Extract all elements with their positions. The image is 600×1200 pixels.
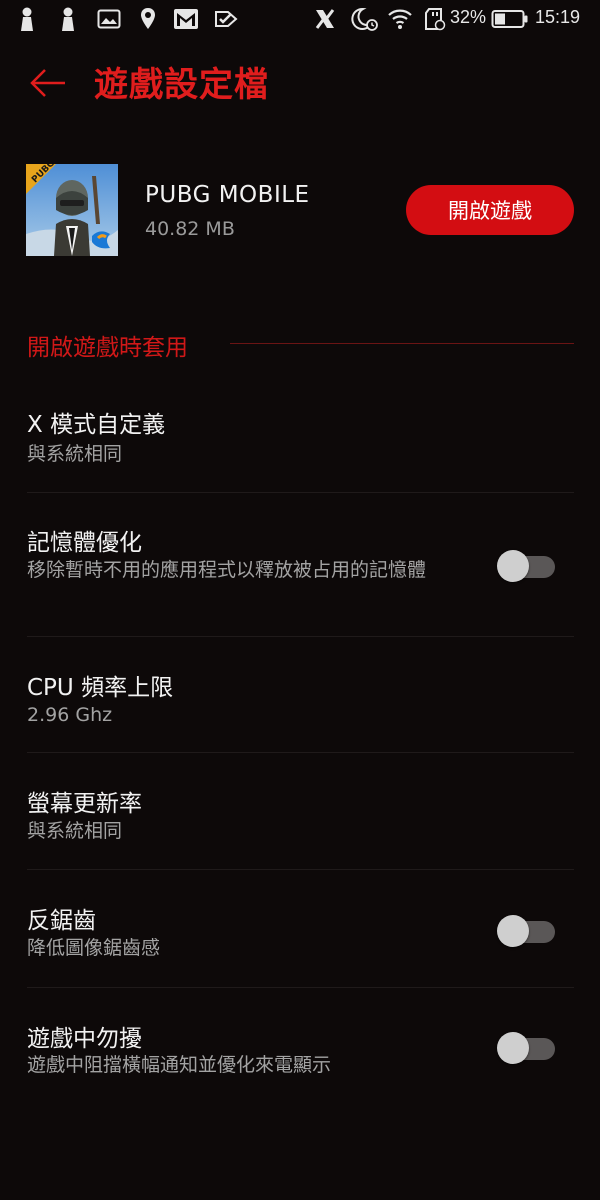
sd-card-icon bbox=[422, 6, 448, 32]
setting-subtitle: 與系統相同 bbox=[27, 443, 123, 465]
setting-subtitle: 遊戲中阻擋橫幅通知並優化來電顯示 bbox=[27, 1054, 332, 1076]
app-card: PUBG PUBG MOBILE 40.82 MB 開啟遊戲 bbox=[0, 160, 600, 260]
app-name: PUBG MOBILE bbox=[145, 182, 310, 208]
setting-title: 遊戲中勿擾 bbox=[27, 1026, 142, 1052]
app-bar: 遊戲設定檔 bbox=[0, 55, 600, 115]
setting-title: 反鋸齒 bbox=[27, 908, 96, 934]
toggle-thumb bbox=[497, 550, 529, 582]
setting-memory-optimization[interactable]: 記憶體優化 移除暫時不用的應用程式以釋放被占用的記憶體 bbox=[0, 493, 600, 637]
person-pin-icon bbox=[16, 6, 38, 32]
setting-subtitle: 與系統相同 bbox=[27, 820, 123, 842]
setting-title: 記憶體優化 bbox=[27, 530, 142, 556]
section-divider bbox=[230, 343, 574, 344]
setting-x-mode[interactable]: X 模式自定義 與系統相同 bbox=[0, 395, 600, 493]
app-size: 40.82 MB bbox=[145, 218, 235, 240]
setting-title: 螢幕更新率 bbox=[27, 791, 142, 817]
memory-optimization-toggle[interactable] bbox=[497, 549, 555, 583]
setting-subtitle: 移除暫時不用的應用程式以釋放被占用的記憶體 bbox=[27, 559, 427, 581]
setting-title: X 模式自定義 bbox=[27, 412, 166, 438]
do-not-disturb-toggle[interactable] bbox=[497, 1031, 555, 1065]
location-icon bbox=[137, 6, 159, 32]
setting-title: CPU 頻率上限 bbox=[27, 675, 174, 701]
launch-game-button[interactable]: 開啟遊戲 bbox=[406, 185, 574, 235]
anti-aliasing-toggle[interactable] bbox=[497, 914, 555, 948]
battery-percent: 32% bbox=[450, 7, 487, 27]
status-bar: 32% 15:19 bbox=[0, 0, 600, 38]
section-header: 開啟遊戲時套用 bbox=[0, 326, 600, 362]
setting-cpu-limit[interactable]: CPU 頻率上限 2.96 Ghz bbox=[0, 637, 600, 753]
arrow-left-icon bbox=[29, 68, 67, 102]
moon-alarm-icon bbox=[348, 6, 380, 32]
x-mode-icon bbox=[312, 6, 338, 32]
setting-subtitle: 降低圖像鋸齒感 bbox=[27, 937, 161, 959]
setting-anti-aliasing[interactable]: 反鋸齒 降低圖像鋸齒感 bbox=[0, 870, 600, 988]
status-time: 15:19 bbox=[535, 7, 581, 27]
gmail-icon bbox=[172, 6, 200, 32]
toggle-thumb bbox=[497, 1032, 529, 1064]
toggle-thumb bbox=[497, 915, 529, 947]
wifi-icon bbox=[386, 6, 414, 32]
page-title: 遊戲設定檔 bbox=[94, 65, 269, 105]
person-pin-icon bbox=[57, 6, 79, 32]
battery-icon bbox=[490, 6, 530, 32]
setting-do-not-disturb[interactable]: 遊戲中勿擾 遊戲中阻擋橫幅通知並優化來電顯示 bbox=[0, 988, 600, 1098]
checkbox-icon bbox=[213, 6, 241, 32]
back-button[interactable] bbox=[24, 63, 72, 107]
section-label: 開啟遊戲時套用 bbox=[27, 335, 188, 361]
setting-subtitle: 2.96 Ghz bbox=[27, 704, 113, 726]
image-icon bbox=[96, 6, 122, 32]
pubg-app-icon: PUBG bbox=[26, 164, 118, 256]
setting-refresh-rate[interactable]: 螢幕更新率 與系統相同 bbox=[0, 753, 600, 870]
